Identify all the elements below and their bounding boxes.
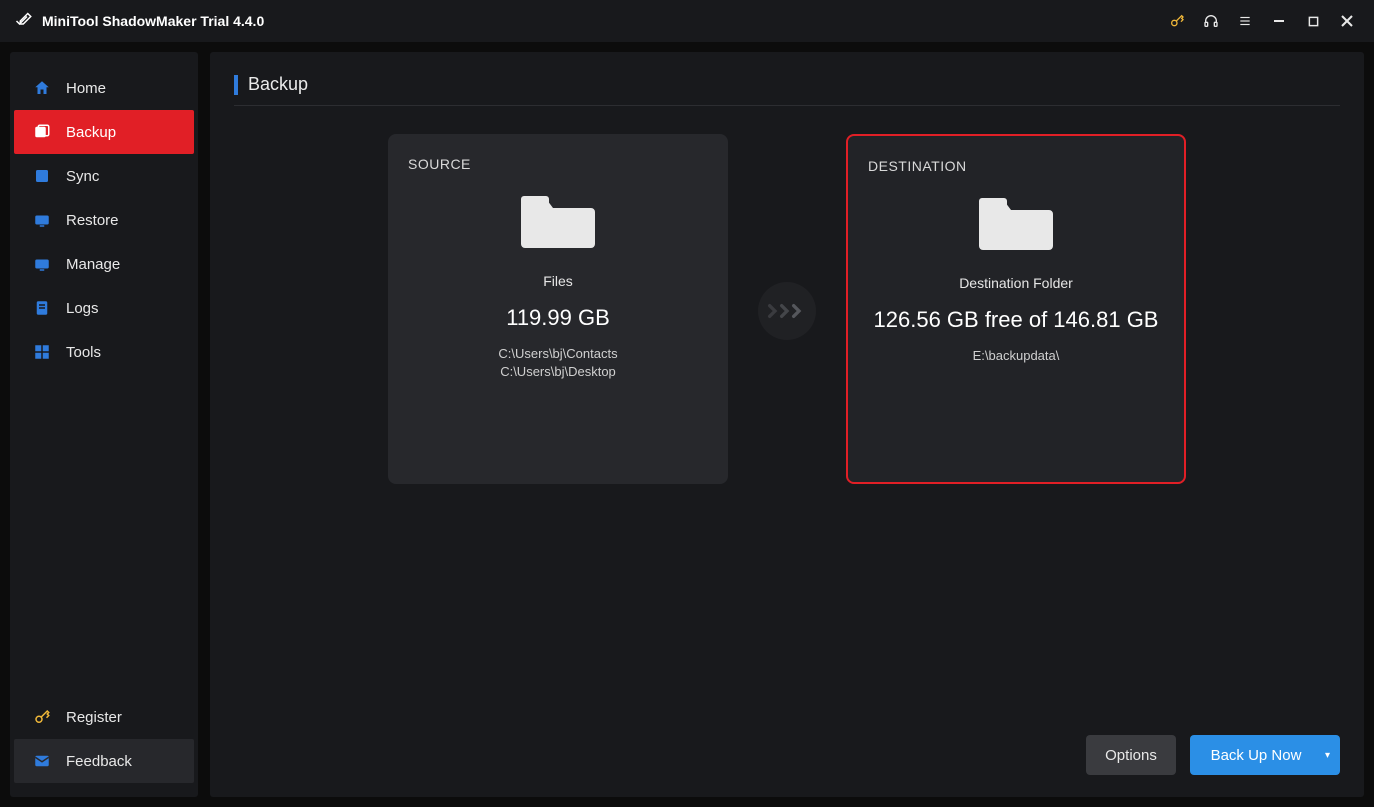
transfer-arrow-icon xyxy=(758,282,816,340)
home-icon xyxy=(32,78,52,98)
source-label: SOURCE xyxy=(408,156,471,172)
destination-size: 126.56 GB free of 146.81 GB xyxy=(874,307,1159,333)
sidebar-item-label: Logs xyxy=(66,300,99,317)
sidebar: Home Backup Sync Restore Manage Logs xyxy=(10,52,198,797)
logs-icon xyxy=(32,298,52,318)
close-icon[interactable] xyxy=(1330,6,1364,36)
backup-now-button[interactable]: Back Up Now xyxy=(1190,735,1340,775)
sidebar-item-label: Restore xyxy=(66,212,119,229)
destination-label: DESTINATION xyxy=(868,158,967,174)
source-paths: C:\Users\bj\Contacts C:\Users\bj\Desktop xyxy=(498,345,617,381)
folder-icon xyxy=(519,188,597,255)
sidebar-item-label: Home xyxy=(66,80,106,97)
key-icon xyxy=(32,707,52,727)
source-path-1: C:\Users\bj\Contacts xyxy=(498,345,617,363)
sidebar-item-logs[interactable]: Logs xyxy=(14,286,194,330)
sidebar-item-sync[interactable]: Sync xyxy=(14,154,194,198)
header-accent-bar xyxy=(234,75,238,95)
source-size: 119.99 GB xyxy=(506,305,610,331)
manage-icon xyxy=(32,254,52,274)
register-label: Register xyxy=(66,709,122,726)
sidebar-item-home[interactable]: Home xyxy=(14,66,194,110)
app-logo-icon xyxy=(14,11,34,31)
license-key-icon[interactable] xyxy=(1160,6,1194,36)
sync-icon xyxy=(32,166,52,186)
window-title: MiniTool ShadowMaker Trial 4.4.0 xyxy=(42,13,264,29)
backup-icon xyxy=(32,122,52,142)
options-button[interactable]: Options xyxy=(1086,735,1176,775)
sidebar-item-restore[interactable]: Restore xyxy=(14,198,194,242)
restore-icon xyxy=(32,210,52,230)
sidebar-item-manage[interactable]: Manage xyxy=(14,242,194,286)
feedback-label: Feedback xyxy=(66,753,132,770)
destination-type: Destination Folder xyxy=(959,275,1073,291)
sidebar-item-label: Sync xyxy=(66,168,99,185)
main-panel: Backup SOURCE Files 119.99 GB C:\Users\b… xyxy=(210,52,1364,797)
sidebar-item-label: Manage xyxy=(66,256,120,273)
source-type: Files xyxy=(543,273,573,289)
page-title: Backup xyxy=(248,74,308,95)
destination-path: E:\backupdata\ xyxy=(973,347,1060,365)
destination-card[interactable]: DESTINATION Destination Folder 126.56 GB… xyxy=(846,134,1186,484)
minimize-icon[interactable] xyxy=(1262,6,1296,36)
sidebar-item-backup[interactable]: Backup xyxy=(14,110,194,154)
headset-icon[interactable] xyxy=(1194,6,1228,36)
sidebar-item-label: Tools xyxy=(66,344,101,361)
sidebar-item-tools[interactable]: Tools xyxy=(14,330,194,374)
mail-icon xyxy=(32,751,52,771)
source-path-2: C:\Users\bj\Desktop xyxy=(498,363,617,381)
sidebar-item-label: Backup xyxy=(66,124,116,141)
menu-icon[interactable] xyxy=(1228,6,1262,36)
page-header: Backup xyxy=(234,74,1340,106)
folder-icon xyxy=(977,190,1055,257)
register-button[interactable]: Register xyxy=(14,695,194,739)
maximize-icon[interactable] xyxy=(1296,6,1330,36)
tools-icon xyxy=(32,342,52,362)
source-card[interactable]: SOURCE Files 119.99 GB C:\Users\bj\Conta… xyxy=(388,134,728,484)
titlebar: MiniTool ShadowMaker Trial 4.4.0 xyxy=(0,0,1374,42)
feedback-button[interactable]: Feedback xyxy=(14,739,194,783)
